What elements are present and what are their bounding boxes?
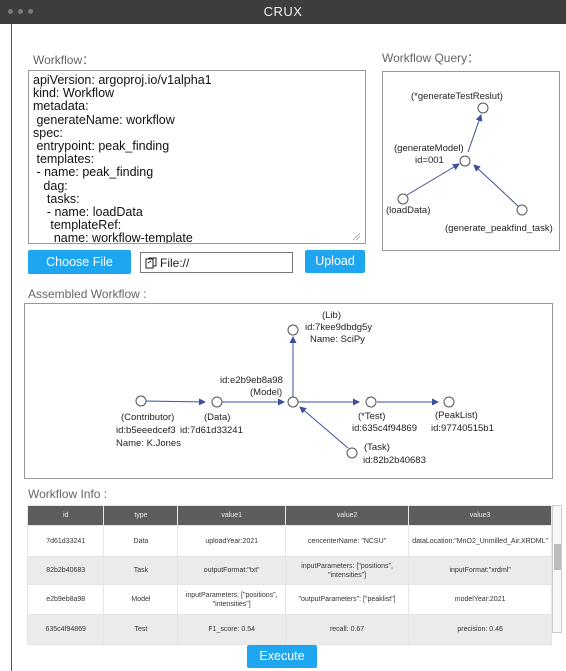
yaml-line: name: workflow-template xyxy=(33,231,193,244)
yaml-line: generateName: workflow xyxy=(33,112,175,127)
node-data-label-1: (Data) xyxy=(204,412,230,423)
workflow-yaml-editor[interactable]: apiVersion: argoproj.io/v1alpha1 kind: Wo… xyxy=(28,70,366,244)
node-contributor-label-1: (Contributor) xyxy=(121,412,174,423)
file-path-input[interactable]: File:// xyxy=(140,252,293,273)
node-peaklist-label-1: (PeakList) xyxy=(435,410,478,421)
window-title: CRUX xyxy=(263,4,303,19)
query-edge-right-center xyxy=(473,164,519,207)
query-node-center[interactable] xyxy=(459,155,471,167)
col-header-id[interactable]: id xyxy=(26,505,105,526)
workflow-info-table: id type value1 value2 value3 7d61d33241 … xyxy=(26,505,552,645)
cell-value2: inputParameters: ["positions", "intensit… xyxy=(284,556,410,585)
cell-type: Test xyxy=(103,614,179,645)
node-task-label-1: (Task) xyxy=(364,442,390,453)
cell-type: Model xyxy=(103,584,179,615)
col-header-value3[interactable]: value3 xyxy=(408,505,552,526)
cell-value3: inputFormat:"xrdml" xyxy=(408,556,552,585)
node-model[interactable] xyxy=(287,396,299,408)
cell-type: Data xyxy=(103,525,179,557)
query-node-top-label: (*generateTestReslut) xyxy=(411,91,503,102)
node-model-label-2: (Model) xyxy=(250,387,282,398)
yaml-line: metadata: xyxy=(33,99,89,114)
file-path-value: File:// xyxy=(160,255,190,270)
col-header-value2[interactable]: value2 xyxy=(284,505,410,526)
node-model-label-1: id:e2b9eb8a98 xyxy=(220,375,283,386)
assembled-workflow-label: Assembled Workflow : xyxy=(28,287,147,301)
node-contributor-label-3: Name: K.Jones xyxy=(116,438,181,449)
table-row[interactable]: 7d61d33241 Data uploadYear:2021 cencente… xyxy=(26,525,552,557)
node-lib-label-1: (Lib) xyxy=(322,310,341,321)
node-contributor[interactable] xyxy=(135,395,147,407)
query-edge-center-top xyxy=(467,114,483,153)
yaml-line: dag: xyxy=(33,178,68,193)
cell-id: 82b2b40683 xyxy=(26,556,105,585)
upload-button[interactable]: Upload xyxy=(305,250,365,273)
cell-value1: F1_score: 0.54 xyxy=(177,614,286,645)
file-icon xyxy=(145,257,157,268)
assembled-workflow-graph[interactable]: (Lib) id:7kee9dbdg5y Name: SciPy id:e2b9… xyxy=(24,303,553,479)
resize-grip-icon[interactable] xyxy=(352,232,361,241)
workflow-label: Workflow： xyxy=(33,53,95,67)
workflow-query-graph[interactable]: (*generateTestReslut) (generateModel) id… xyxy=(382,71,560,251)
query-edge-left-center xyxy=(406,163,460,196)
choose-file-button[interactable]: Choose File xyxy=(28,250,131,274)
node-task-label-2: id:82b2b40683 xyxy=(363,455,426,466)
table-row[interactable]: e2b9eb8a98 Model inputParameters: ["posi… xyxy=(26,584,552,615)
query-node-left-label: (loadData) xyxy=(386,205,430,216)
workflow-info-label: Workflow Info : xyxy=(28,487,108,501)
table-scrollbar[interactable] xyxy=(552,505,562,633)
cell-type: Task xyxy=(103,556,179,585)
query-node-top[interactable] xyxy=(477,102,489,114)
node-data[interactable] xyxy=(211,396,223,408)
node-test-label-2: id:635c4f94869 xyxy=(352,423,417,434)
table-scrollbar-thumb[interactable] xyxy=(554,544,561,570)
table-row[interactable]: 635c4f94869 Test F1_score: 0.54 recall: … xyxy=(26,614,552,645)
node-lib-label-3: Name: SciPy xyxy=(310,334,365,345)
col-header-value1[interactable]: value1 xyxy=(177,505,286,526)
node-peaklist-label-2: id:97740515b1 xyxy=(431,423,494,434)
cell-value3: modelYear:2021 xyxy=(408,584,552,615)
cell-value2: "outputParameters": ["peaklist"] xyxy=(284,584,410,615)
cell-value1: uploadYear:2021 xyxy=(177,525,286,557)
query-node-right-label: (generate_peakfind_task) xyxy=(445,223,553,234)
title-bar: CRUX xyxy=(0,0,566,24)
cell-value3: precision: 0.46 xyxy=(408,614,552,645)
node-test[interactable] xyxy=(365,396,377,408)
cell-value3: dataLocation:"MnO2_Unmilled_Air.XRDML" xyxy=(408,525,552,557)
edge-task-model xyxy=(299,406,349,449)
cell-value2: cencenterName: "NCSU" xyxy=(284,525,410,557)
node-data-label-2: id:7d61d33241 xyxy=(180,425,243,436)
cell-value1: outputFormat:"txt" xyxy=(177,556,286,585)
table-row[interactable]: 82b2b40683 Task outputFormat:"txt" input… xyxy=(26,556,552,585)
execute-button[interactable]: Execute xyxy=(247,645,317,668)
query-node-right[interactable] xyxy=(516,204,528,216)
cell-value2: recall: 0.67 xyxy=(284,614,410,645)
node-contributor-label-2: id:b5eeedcef3 xyxy=(116,425,176,436)
query-node-center-label-2: id=001 xyxy=(415,155,444,166)
workflow-query-label: Workflow Query： xyxy=(382,51,480,65)
query-node-center-label-1: (generateModel) xyxy=(394,143,464,154)
yaml-line: - name: peak_finding xyxy=(33,165,154,180)
cell-id: 635c4f94869 xyxy=(26,614,105,645)
node-lib[interactable] xyxy=(287,324,299,336)
node-test-label-1: (*Test) xyxy=(358,411,385,422)
node-task[interactable] xyxy=(346,447,358,459)
query-node-left[interactable] xyxy=(397,193,409,205)
edge-contributor-data xyxy=(145,398,206,406)
node-lib-label-2: id:7kee9dbdg5y xyxy=(305,322,372,333)
cell-id: e2b9eb8a98 xyxy=(26,584,105,615)
cell-id: 7d61d33241 xyxy=(26,525,105,557)
table-header-row: id type value1 value2 value3 xyxy=(26,505,552,526)
cell-value1: inputParameters: ["positions", "intensit… xyxy=(177,584,286,615)
node-peaklist[interactable] xyxy=(443,396,455,408)
col-header-type[interactable]: type xyxy=(103,505,179,526)
